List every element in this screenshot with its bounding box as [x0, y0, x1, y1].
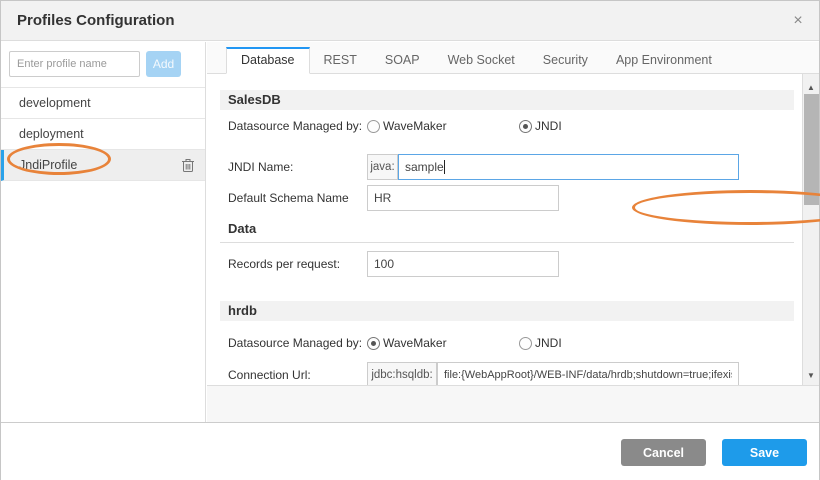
- profile-name-input[interactable]: [9, 51, 140, 77]
- radio-label: WaveMaker: [383, 119, 447, 133]
- tab-bar: Database REST SOAP Web Socket Security A…: [207, 47, 819, 74]
- radio-label: JNDI: [535, 336, 562, 350]
- dialog-footer: Cancel Save: [1, 422, 819, 480]
- connection-url-row: Connection Url: jdbc:hsqldb:: [228, 362, 794, 385]
- jndi-name-input[interactable]: [398, 154, 739, 180]
- dialog-header: Profiles Configuration ×: [1, 1, 819, 41]
- close-icon[interactable]: ×: [787, 10, 809, 32]
- connection-url-label: Connection Url:: [228, 368, 367, 382]
- tab-security[interactable]: Security: [529, 47, 602, 73]
- radio-circle-icon: [519, 120, 532, 133]
- hrdb-section-header: hrdb: [220, 301, 794, 321]
- save-button[interactable]: Save: [722, 439, 807, 466]
- connection-url-group: jdbc:hsqldb:: [367, 362, 739, 385]
- salesdb-jndi-radio[interactable]: JNDI: [519, 119, 562, 133]
- default-schema-label: Default Schema Name: [228, 191, 367, 205]
- radio-circle-icon: [519, 337, 532, 350]
- jndi-name-label: JNDI Name:: [228, 160, 367, 174]
- profile-item-label: deployment: [19, 119, 205, 149]
- radio-label: WaveMaker: [383, 336, 447, 350]
- radio-circle-icon: [367, 120, 380, 133]
- jdbc-prefix-addon: jdbc:hsqldb:: [367, 362, 437, 385]
- radio-label: JNDI: [535, 119, 562, 133]
- connection-url-input[interactable]: [437, 362, 739, 385]
- records-per-request-label: Records per request:: [228, 257, 367, 271]
- scrollbar-thumb[interactable]: [804, 94, 819, 205]
- tab-app-environment[interactable]: App Environment: [602, 47, 726, 73]
- profile-item-deployment[interactable]: deployment: [1, 119, 205, 150]
- tab-soap[interactable]: SOAP: [371, 47, 434, 73]
- datasource-managed-label: Datasource Managed by:: [228, 336, 367, 350]
- tab-rest[interactable]: REST: [310, 47, 371, 73]
- hrdb-datasource-row: Datasource Managed by: WaveMaker JNDI: [228, 334, 794, 352]
- profile-item-label: JndiProfile: [19, 150, 181, 180]
- default-schema-input[interactable]: [367, 185, 559, 211]
- data-section-header: Data: [220, 221, 794, 243]
- records-per-request-row: Records per request:: [228, 251, 794, 277]
- profile-list: development deployment JndiProfile: [1, 87, 205, 181]
- main-area: Database REST SOAP Web Socket Security A…: [207, 42, 819, 422]
- panel-bottom-strip: [207, 385, 819, 422]
- datasource-managed-label: Datasource Managed by:: [228, 119, 367, 133]
- tab-database[interactable]: Database: [226, 47, 310, 74]
- jndi-name-group: java:: [367, 154, 739, 180]
- profiles-sidebar: Add development deployment JndiProfile: [1, 42, 206, 422]
- text-caret: [444, 160, 445, 174]
- tab-web-socket[interactable]: Web Socket: [434, 47, 529, 73]
- scroll-up-icon[interactable]: ▲: [803, 83, 819, 92]
- jndi-name-row: JNDI Name: java:: [228, 154, 794, 180]
- dialog-title: Profiles Configuration: [17, 12, 175, 29]
- scroll-down-icon[interactable]: ▼: [803, 371, 819, 380]
- salesdb-datasource-row: Datasource Managed by: WaveMaker JNDI: [228, 117, 794, 135]
- hrdb-jndi-radio[interactable]: JNDI: [519, 336, 562, 350]
- profile-item-development[interactable]: development: [1, 88, 205, 119]
- vertical-scrollbar[interactable]: ▲ ▼: [802, 74, 819, 385]
- default-schema-row: Default Schema Name: [228, 185, 794, 211]
- records-per-request-input[interactable]: [367, 251, 559, 277]
- profile-add-bar: Add: [1, 42, 205, 87]
- delete-profile-icon[interactable]: [181, 157, 195, 173]
- profile-item-jndiprofile[interactable]: JndiProfile: [1, 150, 205, 181]
- database-panel: SalesDB Datasource Managed by: WaveMaker…: [207, 74, 802, 385]
- cancel-button[interactable]: Cancel: [621, 439, 706, 466]
- profile-item-label: development: [19, 88, 205, 118]
- add-profile-button[interactable]: Add: [146, 51, 181, 77]
- salesdb-wavemaker-radio[interactable]: WaveMaker: [367, 119, 519, 133]
- salesdb-section-header: SalesDB: [220, 90, 794, 110]
- hrdb-wavemaker-radio[interactable]: WaveMaker: [367, 336, 519, 350]
- radio-circle-icon: [367, 337, 380, 350]
- jndi-prefix-addon: java:: [367, 154, 398, 180]
